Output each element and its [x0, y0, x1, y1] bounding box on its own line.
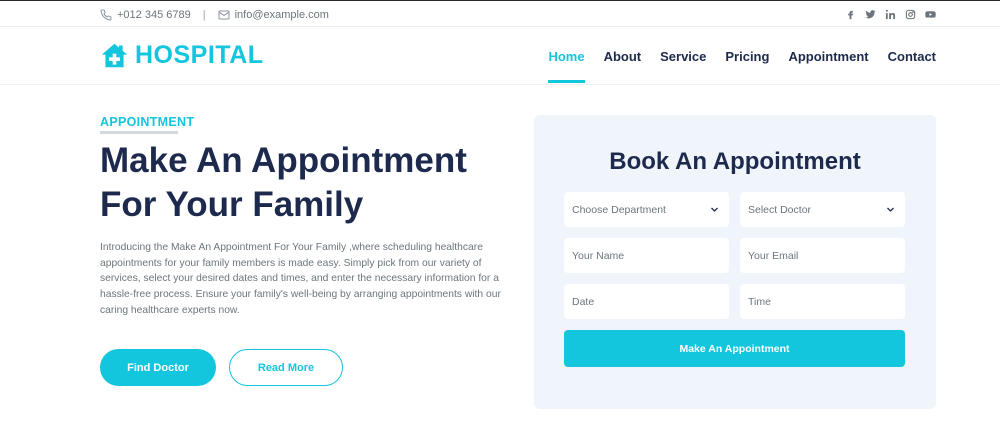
- page: +012 345 6789 | info@example.com HOSPITA…: [0, 0, 1000, 447]
- nav-item-contact[interactable]: Contact: [888, 28, 936, 85]
- contact-separator: |: [202, 8, 206, 21]
- find-doctor-button[interactable]: Find Doctor: [100, 349, 216, 386]
- name-input[interactable]: [564, 238, 729, 273]
- brand-name: HOSPITAL: [135, 41, 264, 69]
- phone-number[interactable]: +012 345 6789: [117, 9, 191, 21]
- phone-icon: [100, 8, 112, 21]
- doctor-select-value: Select Doctor: [748, 203, 812, 216]
- envelope-icon: [218, 9, 230, 21]
- hero-description: Introducing the Make An Appointment For …: [100, 242, 501, 316]
- brand-logo[interactable]: HOSPITAL: [100, 41, 264, 70]
- time-input[interactable]: [740, 284, 905, 319]
- doctor-select[interactable]: Select Doctor: [740, 192, 905, 227]
- email-address[interactable]: info@example.com: [235, 9, 329, 21]
- contact-info: +012 345 6789 | info@example.com: [100, 2, 329, 27]
- nav-menu: Home About Service Pricing Appointment C…: [529, 28, 936, 85]
- read-more-button[interactable]: Read More: [229, 349, 343, 386]
- nav-item-home[interactable]: Home: [548, 28, 585, 85]
- make-appointment-button[interactable]: Make An Appointment: [564, 330, 905, 367]
- eyebrow-underline: [100, 131, 178, 134]
- chevron-down-icon: [710, 205, 719, 214]
- hospital-house-icon: [100, 41, 129, 70]
- nav-item-about[interactable]: About: [604, 28, 642, 85]
- booking-form-card: Book An Appointment Choose Department Se…: [534, 115, 936, 409]
- twitter-icon[interactable]: [865, 9, 876, 20]
- nav-item-pricing[interactable]: Pricing: [725, 28, 769, 85]
- email-input[interactable]: [740, 238, 905, 273]
- date-input[interactable]: [564, 284, 729, 319]
- nav-item-service[interactable]: Service: [660, 28, 706, 85]
- department-select[interactable]: Choose Department: [564, 192, 729, 227]
- department-select-value: Choose Department: [572, 203, 666, 216]
- instagram-icon[interactable]: [905, 9, 916, 20]
- nav-item-appointment[interactable]: Appointment: [788, 28, 868, 85]
- linkedin-icon[interactable]: [885, 9, 896, 20]
- hero-headline: Make An Appointment For Your Family: [100, 141, 467, 224]
- chevron-down-icon: [886, 205, 895, 214]
- social-links: [845, 2, 936, 27]
- facebook-icon[interactable]: [845, 9, 856, 20]
- youtube-icon[interactable]: [925, 9, 936, 20]
- booking-form-title: Book An Appointment: [609, 148, 861, 175]
- section-eyebrow: APPOINTMENT: [100, 115, 195, 129]
- main-navbar: HOSPITAL Home About Service Pricing Appo…: [0, 28, 1000, 85]
- top-bar: +012 345 6789 | info@example.com: [0, 2, 1000, 27]
